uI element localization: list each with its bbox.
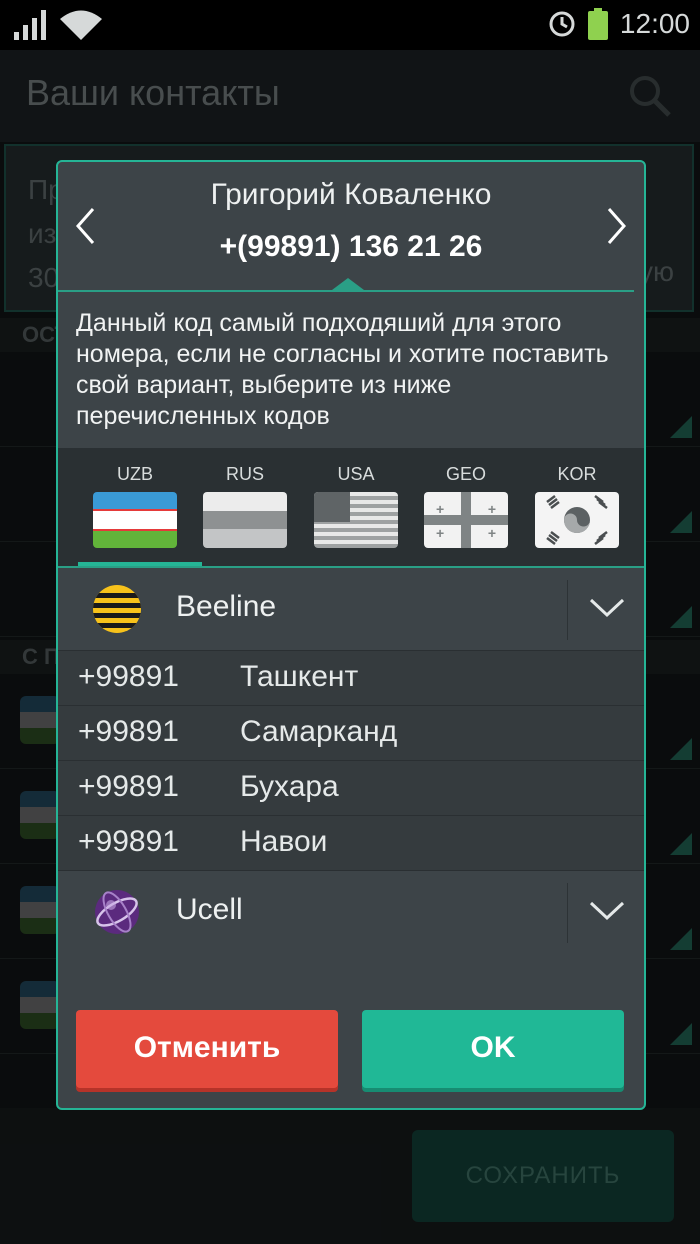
operator-beeline[interactable]: Beeline (58, 568, 644, 650)
status-time: 12:00 (619, 8, 690, 39)
code-row[interactable]: +99891 Навои (58, 815, 644, 870)
dialog-description: Данный код самый подходяший для этого но… (76, 309, 609, 430)
operator-ucell[interactable]: Ucell (58, 870, 644, 953)
country-code: UZB (117, 464, 153, 484)
contact-phone: +(99891) 136 21 26 (219, 230, 483, 263)
chevron-down-icon[interactable] (588, 899, 626, 923)
beeline-logo-icon (93, 585, 141, 633)
code-city: Навои (240, 825, 328, 858)
code-city: Бухара (240, 770, 339, 803)
tab-geo[interactable]: GEO + + + + (411, 448, 521, 566)
code-city: Самарканд (240, 715, 398, 748)
tab-uzb[interactable]: UZB (78, 448, 202, 566)
code-row[interactable]: +99891 Бухара (58, 760, 644, 815)
country-code: KOR (557, 464, 597, 484)
header-notch (332, 278, 364, 290)
country-code: RUS (225, 464, 264, 484)
operator-name: Ucell (176, 893, 243, 926)
rus-flag-icon (203, 492, 287, 548)
cancel-button[interactable]: Отменить (76, 1010, 338, 1088)
uzb-flag-icon (93, 492, 177, 548)
tab-usa[interactable]: USA (301, 448, 411, 566)
dialog-header: Григорий Коваленко +(99891) 136 21 26 (58, 162, 644, 290)
operator-name: Beeline (176, 590, 277, 623)
country-tabs: UZB RUS USA GEO + + + + KOR (58, 448, 644, 566)
code-city: Ташкент (240, 660, 359, 693)
divider (58, 290, 634, 292)
code-value: +99891 (78, 825, 179, 858)
country-code: GEO (445, 464, 486, 484)
battery-icon (587, 8, 608, 40)
code-value: +99891 (78, 770, 179, 803)
country-code: USA (337, 464, 375, 484)
ucell-logo-icon (95, 890, 139, 934)
divider (567, 883, 568, 943)
tab-kor[interactable]: KOR (522, 448, 632, 566)
alarm-icon (549, 11, 575, 37)
code-select-dialog: Григорий Коваленко +(99891) 136 21 26 Да… (56, 160, 646, 1110)
divider (567, 580, 568, 640)
code-value: +99891 (78, 660, 179, 693)
ok-button[interactable]: OK (362, 1010, 624, 1088)
signal-icon (14, 10, 46, 40)
chevron-right-icon[interactable] (606, 206, 628, 246)
usa-flag-icon (314, 492, 398, 548)
wifi-icon (60, 10, 102, 40)
geo-flag-icon: + + + + (424, 492, 508, 548)
code-row[interactable]: +99891 Самарканд (58, 705, 644, 760)
chevron-down-icon[interactable] (588, 596, 626, 620)
status-bar: 12:00 (0, 0, 700, 50)
code-value: +99891 (78, 715, 179, 748)
code-row[interactable]: +99891 Ташкент (58, 650, 644, 705)
contact-name: Григорий Коваленко (210, 178, 492, 211)
tab-rus[interactable]: RUS (190, 448, 300, 566)
kor-flag-icon (535, 492, 619, 548)
